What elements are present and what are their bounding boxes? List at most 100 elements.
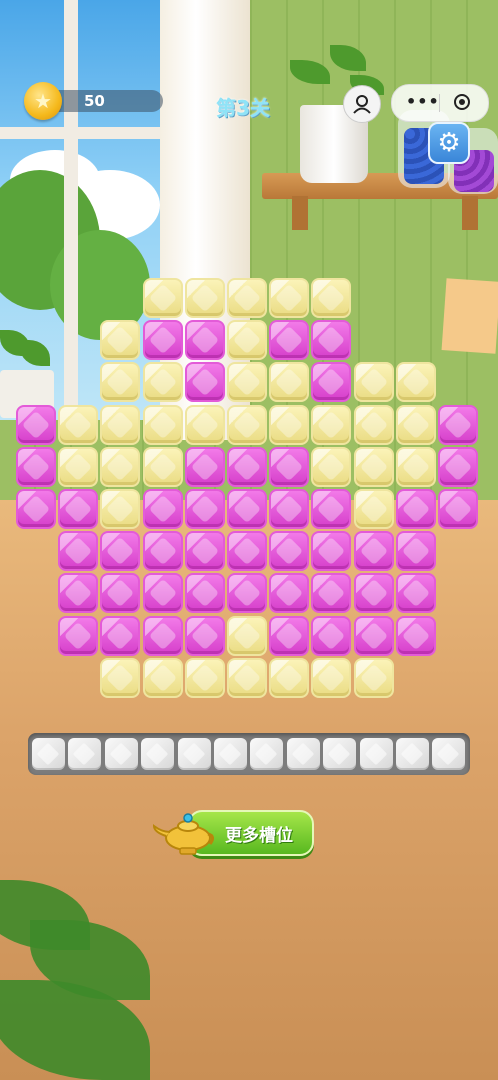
tile-yellow[interactable]	[142, 657, 183, 698]
tile-yellow[interactable]	[142, 278, 183, 318]
tile-yellow[interactable]	[311, 446, 352, 487]
tile-pink[interactable]	[269, 446, 310, 487]
tile-yellow[interactable]	[227, 320, 267, 361]
tile-yellow[interactable]	[58, 446, 99, 487]
slot-empty	[104, 738, 138, 770]
tile-pink[interactable]	[227, 573, 267, 614]
tile-pink[interactable]	[353, 531, 394, 572]
slot-empty	[359, 738, 393, 770]
tile-pink[interactable]	[100, 531, 141, 572]
coin-icon: ★	[24, 82, 62, 120]
tile-pink[interactable]	[311, 320, 352, 361]
tile-yellow[interactable]	[100, 489, 141, 529]
tile-pink[interactable]	[184, 615, 225, 656]
tile-pink[interactable]	[353, 615, 394, 656]
settings-button[interactable]: ⚙	[428, 122, 470, 164]
tile-pink[interactable]	[269, 531, 310, 572]
tile-yellow[interactable]	[142, 446, 183, 487]
target-icon[interactable]	[454, 94, 470, 110]
tile-pink[interactable]	[269, 489, 310, 529]
tile-yellow[interactable]	[353, 446, 394, 487]
tile-yellow[interactable]	[311, 278, 352, 318]
tile-pink[interactable]	[58, 489, 99, 529]
tile-yellow[interactable]	[353, 404, 394, 445]
tile-yellow[interactable]	[100, 404, 141, 445]
tile-pink[interactable]	[100, 573, 141, 614]
tile-yellow[interactable]	[269, 404, 310, 445]
tile-yellow[interactable]	[227, 657, 267, 698]
tile-yellow[interactable]	[100, 320, 141, 361]
tile-pink[interactable]	[16, 404, 56, 445]
tile-yellow[interactable]	[395, 446, 436, 487]
tile-yellow[interactable]	[311, 657, 352, 698]
magic-lamp-icon	[152, 813, 215, 855]
tile-pink[interactable]	[184, 446, 225, 487]
tile-yellow[interactable]	[395, 404, 436, 445]
tile-pink[interactable]	[184, 362, 225, 403]
tile-pink[interactable]	[100, 615, 141, 656]
tile-pink[interactable]	[311, 615, 352, 656]
tile-pink[interactable]	[227, 489, 267, 529]
tile-pink[interactable]	[227, 446, 267, 487]
slot-empty	[396, 738, 429, 770]
tile-pink[interactable]	[227, 531, 267, 572]
tile-pink[interactable]	[58, 573, 99, 614]
tile-yellow[interactable]	[269, 362, 310, 403]
tile-pink[interactable]	[311, 489, 352, 529]
tile-pink[interactable]	[16, 446, 56, 487]
tile-pink[interactable]	[58, 531, 99, 572]
tile-pink[interactable]	[184, 573, 225, 614]
tile-pink[interactable]	[353, 573, 394, 614]
more-dots-icon[interactable]: •••	[406, 92, 440, 111]
avatar-icon	[353, 95, 371, 114]
tile-pink[interactable]	[311, 531, 352, 572]
tile-yellow[interactable]	[269, 278, 310, 318]
tile-pink[interactable]	[269, 320, 310, 361]
tile-pink[interactable]	[142, 531, 183, 572]
tile-yellow[interactable]	[184, 278, 225, 318]
tile-yellow[interactable]	[100, 446, 141, 487]
tile-pink[interactable]	[16, 489, 56, 529]
slot-empty	[141, 738, 175, 770]
gear-icon: ⚙	[437, 128, 461, 158]
tile-yellow[interactable]	[227, 615, 267, 656]
level-title: 第3关	[216, 96, 270, 120]
tile-pink[interactable]	[395, 531, 436, 572]
tile-yellow[interactable]	[227, 362, 267, 403]
tile-pink[interactable]	[142, 489, 183, 529]
tile-yellow[interactable]	[353, 657, 394, 698]
slot-empty	[32, 738, 65, 770]
tile-yellow[interactable]	[353, 362, 394, 403]
tile-yellow[interactable]	[100, 362, 141, 403]
tile-pink[interactable]	[269, 615, 310, 656]
tile-yellow[interactable]	[142, 362, 183, 403]
tile-pink[interactable]	[311, 362, 352, 403]
tile-pink[interactable]	[438, 446, 478, 487]
tile-pink[interactable]	[58, 615, 99, 656]
tile-yellow[interactable]	[184, 657, 225, 698]
avatar-button[interactable]	[343, 85, 381, 123]
tile-pink[interactable]	[142, 320, 183, 361]
tile-yellow[interactable]	[353, 489, 394, 529]
tile-yellow[interactable]	[395, 362, 436, 403]
tile-pink[interactable]	[438, 404, 478, 445]
tile-yellow[interactable]	[184, 404, 225, 445]
tile-pink[interactable]	[395, 615, 436, 656]
tile-yellow[interactable]	[269, 657, 310, 698]
tile-pink[interactable]	[142, 573, 183, 614]
tile-pink[interactable]	[311, 573, 352, 614]
tile-yellow[interactable]	[58, 404, 99, 445]
tile-pink[interactable]	[142, 615, 183, 656]
tile-pink[interactable]	[395, 573, 436, 614]
tile-pink[interactable]	[184, 531, 225, 572]
tile-yellow[interactable]	[227, 278, 267, 318]
tile-pink[interactable]	[184, 320, 225, 361]
tile-pink[interactable]	[438, 489, 478, 529]
tile-pink[interactable]	[184, 489, 225, 529]
tile-yellow[interactable]	[100, 657, 141, 698]
tile-yellow[interactable]	[142, 404, 183, 445]
tile-yellow[interactable]	[311, 404, 352, 445]
tile-yellow[interactable]	[227, 404, 267, 445]
tile-pink[interactable]	[269, 573, 310, 614]
tile-pink[interactable]	[395, 489, 436, 529]
